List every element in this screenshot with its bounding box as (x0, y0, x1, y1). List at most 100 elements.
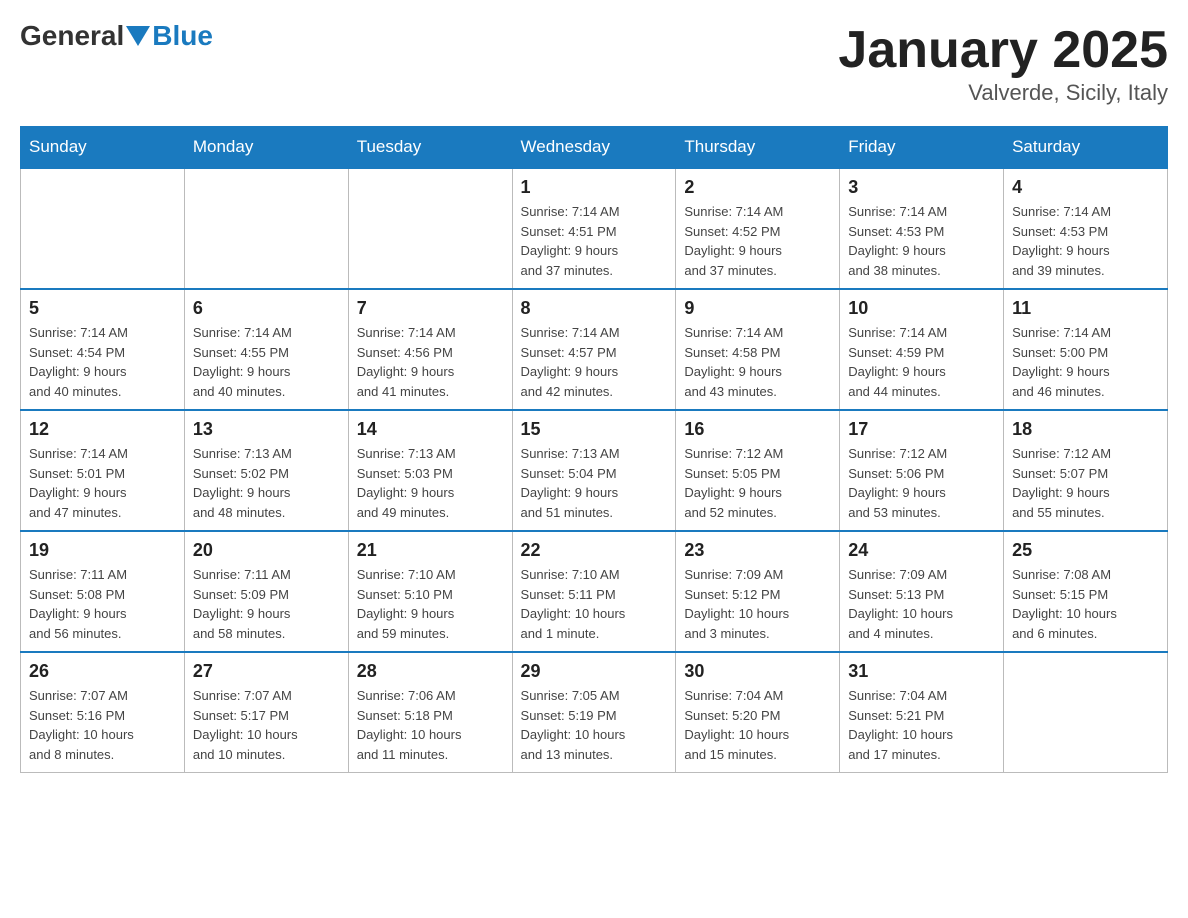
logo-general-text: General (20, 20, 124, 52)
day-number: 21 (357, 540, 504, 561)
day-info: Sunrise: 7:08 AMSunset: 5:15 PMDaylight:… (1012, 565, 1159, 643)
day-info: Sunrise: 7:14 AMSunset: 4:53 PMDaylight:… (1012, 202, 1159, 280)
day-number: 30 (684, 661, 831, 682)
day-number: 20 (193, 540, 340, 561)
day-info: Sunrise: 7:12 AMSunset: 5:05 PMDaylight:… (684, 444, 831, 522)
calendar-cell: 22Sunrise: 7:10 AMSunset: 5:11 PMDayligh… (512, 531, 676, 652)
calendar-cell: 23Sunrise: 7:09 AMSunset: 5:12 PMDayligh… (676, 531, 840, 652)
day-info: Sunrise: 7:12 AMSunset: 5:06 PMDaylight:… (848, 444, 995, 522)
day-number: 13 (193, 419, 340, 440)
calendar-cell: 26 Sunrise: 7:07 AMSunset: 5:16 PMDayligh… (21, 652, 185, 773)
calendar-table: SundayMondayTuesdayWednesdayThursdayFrid… (20, 126, 1168, 773)
day-info: Sunrise: 7:14 AMSunset: 4:55 PMDaylight:… (193, 323, 340, 401)
calendar-cell: 2 Sunrise: 7:14 AMSunset: 4:52 PMDaylight… (676, 168, 840, 289)
day-info: Sunrise: 7:09 AMSunset: 5:12 PMDaylight:… (684, 565, 831, 643)
title-section: January 2025 Valverde, Sicily, Italy (838, 20, 1168, 106)
day-info: Sunrise: 7:14 AMSunset: 4:52 PMDaylight:… (684, 202, 831, 280)
calendar-cell: 21 Sunrise: 7:10 AMSunset: 5:10 PMDayligh… (348, 531, 512, 652)
calendar-cell: 12 Sunrise: 7:14 AMSunset: 5:01 PMDayligh… (21, 410, 185, 531)
day-info: Sunrise: 7:12 AMSunset: 5:07 PMDaylight:… (1012, 444, 1159, 522)
day-info: Sunrise: 7:10 AMSunset: 5:10 PMDaylight:… (357, 565, 504, 643)
day-info: Sunrise: 7:14 AMSunset: 4:56 PMDaylight:… (357, 323, 504, 401)
day-info: Sunrise: 7:04 AMSunset: 5:20 PMDaylight:… (684, 686, 831, 764)
calendar-cell: 7 Sunrise: 7:14 AMSunset: 4:56 PMDaylight… (348, 289, 512, 410)
day-info: Sunrise: 7:14 AMSunset: 4:57 PMDaylight:… (521, 323, 668, 401)
calendar-cell: 29 Sunrise: 7:05 AMSunset: 5:19 PMDayligh… (512, 652, 676, 773)
calendar-week-row-5: 26 Sunrise: 7:07 AMSunset: 5:16 PMDayligh… (21, 652, 1168, 773)
day-number: 12 (29, 419, 176, 440)
day-info: Sunrise: 7:14 AMSunset: 5:01 PMDaylight:… (29, 444, 176, 522)
day-info: Sunrise: 7:11 AMSunset: 5:09 PMDaylight:… (193, 565, 340, 643)
day-number: 8 (521, 298, 668, 319)
calendar-header-sunday: Sunday (21, 127, 185, 169)
page-header: General Blue January 2025 Valverde, Sici… (20, 20, 1168, 106)
location-text: Valverde, Sicily, Italy (838, 80, 1168, 106)
day-number: 26 (29, 661, 176, 682)
day-info: Sunrise: 7:14 AMSunset: 4:51 PMDaylight:… (521, 202, 668, 280)
day-number: 2 (684, 177, 831, 198)
day-number: 25 (1012, 540, 1159, 561)
day-number: 22 (521, 540, 668, 561)
calendar-header-thursday: Thursday (676, 127, 840, 169)
calendar-cell: 19 Sunrise: 7:11 AMSunset: 5:08 PMDayligh… (21, 531, 185, 652)
calendar-cell: 28 Sunrise: 7:06 AMSunset: 5:18 PMDayligh… (348, 652, 512, 773)
calendar-cell: 6 Sunrise: 7:14 AMSunset: 4:55 PMDaylight… (184, 289, 348, 410)
calendar-cell: 10 Sunrise: 7:14 AMSunset: 4:59 PMDayligh… (840, 289, 1004, 410)
day-info: Sunrise: 7:11 AMSunset: 5:08 PMDaylight:… (29, 565, 176, 643)
logo: General Blue (20, 20, 213, 52)
day-number: 24 (848, 540, 995, 561)
day-number: 17 (848, 419, 995, 440)
calendar-cell: 1 Sunrise: 7:14 AMSunset: 4:51 PMDaylight… (512, 168, 676, 289)
calendar-cell (21, 168, 185, 289)
day-number: 29 (521, 661, 668, 682)
day-info: Sunrise: 7:13 AMSunset: 5:04 PMDaylight:… (521, 444, 668, 522)
day-number: 4 (1012, 177, 1159, 198)
day-info: Sunrise: 7:14 AMSunset: 4:59 PMDaylight:… (848, 323, 995, 401)
day-info: Sunrise: 7:05 AMSunset: 5:19 PMDaylight:… (521, 686, 668, 764)
calendar-header-tuesday: Tuesday (348, 127, 512, 169)
calendar-cell: 15 Sunrise: 7:13 AMSunset: 5:04 PMDayligh… (512, 410, 676, 531)
day-number: 31 (848, 661, 995, 682)
day-info: Sunrise: 7:07 AMSunset: 5:17 PMDaylight:… (193, 686, 340, 764)
day-number: 7 (357, 298, 504, 319)
day-info: Sunrise: 7:13 AMSunset: 5:03 PMDaylight:… (357, 444, 504, 522)
day-number: 18 (1012, 419, 1159, 440)
logo-blue-text: Blue (152, 20, 213, 52)
day-number: 19 (29, 540, 176, 561)
day-info: Sunrise: 7:14 AMSunset: 4:54 PMDaylight:… (29, 323, 176, 401)
day-number: 15 (521, 419, 668, 440)
day-number: 6 (193, 298, 340, 319)
day-number: 3 (848, 177, 995, 198)
calendar-cell: 11Sunrise: 7:14 AMSunset: 5:00 PMDayligh… (1004, 289, 1168, 410)
calendar-header-monday: Monday (184, 127, 348, 169)
calendar-cell: 4 Sunrise: 7:14 AMSunset: 4:53 PMDaylight… (1004, 168, 1168, 289)
calendar-cell: 18 Sunrise: 7:12 AMSunset: 5:07 PMDayligh… (1004, 410, 1168, 531)
calendar-header-friday: Friday (840, 127, 1004, 169)
calendar-week-row-3: 12 Sunrise: 7:14 AMSunset: 5:01 PMDayligh… (21, 410, 1168, 531)
calendar-week-row-2: 5 Sunrise: 7:14 AMSunset: 4:54 PMDaylight… (21, 289, 1168, 410)
day-number: 9 (684, 298, 831, 319)
calendar-header-row: SundayMondayTuesdayWednesdayThursdayFrid… (21, 127, 1168, 169)
calendar-cell: 24 Sunrise: 7:09 AMSunset: 5:13 PMDayligh… (840, 531, 1004, 652)
day-info: Sunrise: 7:04 AMSunset: 5:21 PMDaylight:… (848, 686, 995, 764)
day-number: 16 (684, 419, 831, 440)
calendar-cell: 3Sunrise: 7:14 AMSunset: 4:53 PMDaylight… (840, 168, 1004, 289)
calendar-cell: 9Sunrise: 7:14 AMSunset: 4:58 PMDaylight… (676, 289, 840, 410)
calendar-cell: 27 Sunrise: 7:07 AMSunset: 5:17 PMDayligh… (184, 652, 348, 773)
day-number: 28 (357, 661, 504, 682)
calendar-week-row-1: 1 Sunrise: 7:14 AMSunset: 4:51 PMDaylight… (21, 168, 1168, 289)
calendar-cell: 17 Sunrise: 7:12 AMSunset: 5:06 PMDayligh… (840, 410, 1004, 531)
day-info: Sunrise: 7:07 AMSunset: 5:16 PMDaylight:… (29, 686, 176, 764)
day-info: Sunrise: 7:06 AMSunset: 5:18 PMDaylight:… (357, 686, 504, 764)
calendar-cell (348, 168, 512, 289)
day-number: 5 (29, 298, 176, 319)
day-info: Sunrise: 7:14 AMSunset: 5:00 PMDaylight:… (1012, 323, 1159, 401)
day-info: Sunrise: 7:09 AMSunset: 5:13 PMDaylight:… (848, 565, 995, 643)
calendar-week-row-4: 19 Sunrise: 7:11 AMSunset: 5:08 PMDayligh… (21, 531, 1168, 652)
day-number: 27 (193, 661, 340, 682)
day-number: 1 (521, 177, 668, 198)
calendar-cell: 31 Sunrise: 7:04 AMSunset: 5:21 PMDayligh… (840, 652, 1004, 773)
calendar-cell (184, 168, 348, 289)
calendar-cell (1004, 652, 1168, 773)
day-number: 10 (848, 298, 995, 319)
